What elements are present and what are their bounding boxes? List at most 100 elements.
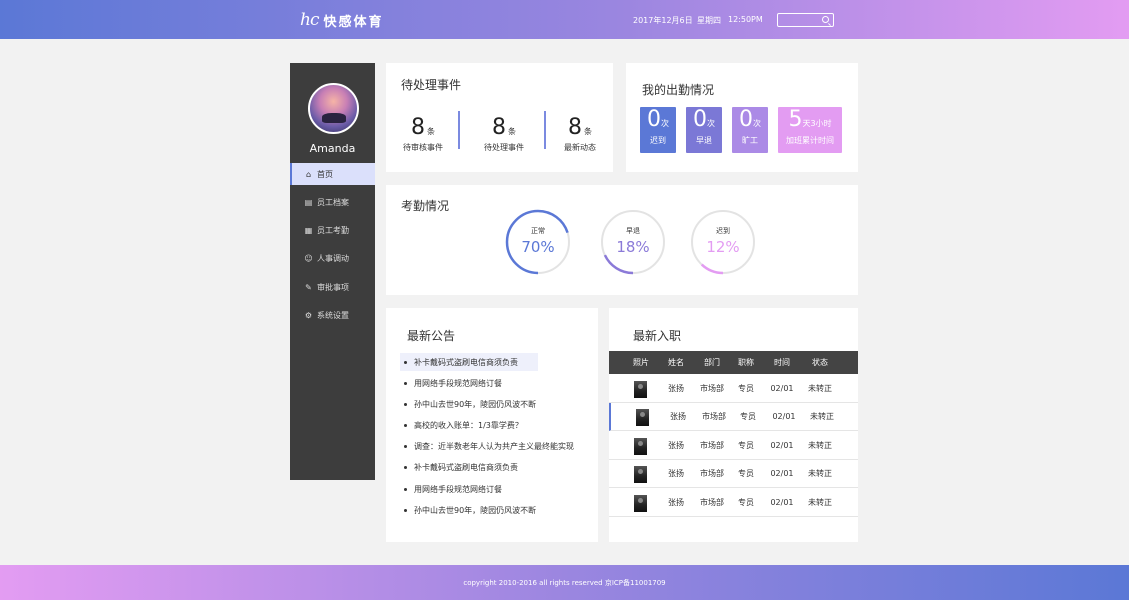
attendance-unit: 次 [661, 119, 669, 128]
announcement-list: 补卡戴码式盗刷电信商须负责 用网络手段规范网络订餐 孙中山去世90年，陵园仍风波不断… [400, 353, 590, 523]
stat-number: 8 [411, 115, 425, 140]
sidebar-item-3[interactable]: ☺ 人事调动 [290, 248, 375, 270]
table-row[interactable]: 张扬 市场部 专员 02/01 未转正 [609, 403, 858, 432]
cell-title: 专员 [738, 497, 754, 507]
stat-number: 8 [492, 115, 506, 140]
gear-icon: ⚙ [304, 310, 313, 320]
announcement-text: 孙中山去世90年，陵园仍风波不断 [414, 399, 537, 409]
bullet-icon [404, 445, 407, 449]
attendance-number: 0 [647, 107, 661, 132]
my-attendance-card: 我的出勤情况 0次 迟到 0次 早退 0次 旷工 5天3小时 加班累计时间 [626, 63, 858, 172]
announcement-item[interactable]: 高校的收入账单：1/3靠学费？ [400, 417, 590, 435]
announcement-item[interactable]: 调查：近半数老年人认为共产主义最终能实现 [400, 438, 590, 456]
pending-stat-news[interactable]: 8条 最新动态 [558, 115, 602, 153]
employee-photo [634, 494, 647, 512]
ring-value: 18% [616, 238, 650, 256]
column-header[interactable]: 状态 [805, 351, 835, 374]
column-header[interactable]: 姓名 [661, 351, 691, 374]
cell-name: 张扬 [668, 469, 684, 479]
attendance-number: 0 [693, 107, 707, 132]
absent-box[interactable]: 0次 旷工 [732, 107, 768, 153]
announcement-text: 调查：近半数老年人认为共产主义最终能实现 [414, 442, 574, 452]
pending-stat-review[interactable]: 8条 待审核事件 [401, 115, 445, 153]
stat-label: 待处理事件 [484, 143, 524, 152]
ring-label: 迟到 [716, 227, 730, 235]
announcements-card: 最新公告 补卡戴码式盗刷电信商须负责 用网络手段规范网络订餐 孙中山去世90年，陵园… [386, 308, 598, 542]
column-header[interactable]: 照片 [626, 351, 656, 374]
sidebar-item-0[interactable]: ⌂ 首页 [290, 163, 375, 185]
search-input[interactable] [777, 13, 834, 27]
footer: copyright 2010-2016 all rights reserved … [0, 565, 1129, 600]
column-header[interactable]: 职称 [731, 351, 761, 374]
early-leave-ring: 早退 18% [600, 209, 666, 275]
stat-unit: 条 [427, 127, 435, 136]
sidebar-item-label: 首页 [317, 169, 333, 179]
user-icon: ☺ [304, 254, 313, 264]
announcement-item[interactable]: 补卡戴码式盗刷电信商须负责 [400, 459, 590, 477]
table-row[interactable]: 张扬 市场部 专员 02/01 未转正 [609, 460, 858, 489]
pending-stat-process[interactable]: 8条 待处理事件 [482, 115, 526, 153]
announcement-text: 补卡戴码式盗刷电信商须负责 [414, 463, 518, 473]
attendance-unit: 次 [707, 119, 715, 128]
archive-icon: ▤ [304, 197, 313, 207]
header-date: 2017年12月6日 [633, 16, 693, 25]
cell-time: 02/01 [772, 412, 796, 422]
header-time: 12:50PM [728, 15, 763, 24]
cell-title: 专员 [738, 384, 754, 393]
sidebar-item-label: 员工考勤 [317, 226, 349, 236]
table-row[interactable]: 张扬 市场部 专员 02/01 未转正 [609, 489, 858, 517]
attendance-title: 我的出勤情况 [642, 83, 715, 97]
stat-divider [458, 111, 460, 149]
sidebar-item-1[interactable]: ▤ 员工档案 [290, 191, 375, 213]
column-header[interactable]: 时间 [767, 351, 797, 374]
attendance-stats-card: 考勤情况 正常 70% 早退 18% 迟到 12% [386, 185, 858, 295]
cell-name: 张扬 [668, 384, 684, 393]
overtime-box[interactable]: 5天3小时 加班累计时间 [778, 107, 842, 153]
logo-text: 快感体育 [323, 14, 384, 30]
sidebar-item-label: 员工档案 [317, 197, 349, 207]
cell-time: 02/01 [770, 469, 794, 479]
announcements-title: 最新公告 [407, 329, 456, 343]
pending-events-title: 待处理事件 [401, 78, 462, 92]
attendance-label: 加班累计时间 [786, 136, 834, 145]
announcement-item[interactable]: 孙中山去世90年，陵园仍风波不断 [400, 501, 590, 519]
bullet-icon [404, 424, 407, 428]
copyright-text: copyright 2010-2016 all rights reserved … [463, 579, 666, 587]
sidebar-item-2[interactable]: ▦ 员工考勤 [290, 220, 375, 242]
cell-time: 02/01 [770, 497, 794, 507]
sidebar-item-label: 审批事项 [317, 282, 349, 292]
ring-value: 70% [521, 238, 555, 256]
search-icon[interactable] [822, 16, 829, 23]
ring-label: 正常 [531, 227, 545, 235]
approval-icon: ✎ [305, 282, 312, 292]
attendance-stats-title: 考勤情况 [401, 199, 450, 213]
late-box[interactable]: 0次迟到 [640, 107, 676, 153]
announcement-text: 用网络手段规范网络订餐 [414, 378, 502, 388]
sidebar-item-5[interactable]: ⚙ 系统设置 [290, 304, 375, 326]
announcement-item[interactable]: 用网络手段规范网络订餐 [400, 374, 590, 392]
cell-dept: 市场部 [700, 384, 724, 393]
table-row[interactable]: 张扬 市场部 专员 02/01 未转正 [609, 375, 858, 403]
attendance-label: 迟到 [650, 136, 666, 145]
bullet-icon [404, 487, 407, 491]
table-row[interactable]: 张扬 市场部 专员 02/01 未转正 [609, 432, 858, 460]
announcement-item[interactable]: 补卡戴码式盗刷电信商须负责 [400, 353, 538, 371]
new-hires-card: 最新入职 照片 姓名 部门 职称 时间 状态 张扬 市场部 专员 02/01 未转正 张扬 市场部 专员… [609, 308, 858, 542]
bullet-icon [404, 466, 407, 470]
announcement-item[interactable]: 用网络手段规范网络订餐 [400, 480, 590, 498]
cell-title: 专员 [740, 412, 756, 422]
home-icon: ⌂ [305, 169, 312, 179]
avatar[interactable] [308, 83, 359, 134]
sidebar-nav: ⌂ 首页 ▤ 员工档案 ▦ 员工考勤 ☺ 人事调动 ✎ 审批事项 ⚙ 系统设置 [290, 163, 375, 333]
sidebar-item-4[interactable]: ✎ 审批事项 [290, 276, 375, 298]
attendance-unit: 天3小时 [802, 119, 832, 128]
sidebar: Amanda ⌂ 首页 ▤ 员工档案 ▦ 员工考勤 ☺ 人事调动 ✎ 审批事项 ⚙ 系统设置 [290, 63, 375, 480]
logo[interactable]: hc 快感体育 [300, 9, 384, 31]
column-header[interactable]: 部门 [697, 351, 727, 374]
ring-label: 早退 [626, 227, 640, 235]
early-leave-box[interactable]: 0次 早退 [686, 107, 722, 153]
calendar-icon: ▦ [304, 226, 313, 236]
sidebar-item-label: 系统设置 [317, 310, 349, 320]
normal-ring: 正常 70% [505, 209, 571, 275]
announcement-item[interactable]: 孙中山去世90年，陵园仍风波不断 [400, 395, 590, 413]
